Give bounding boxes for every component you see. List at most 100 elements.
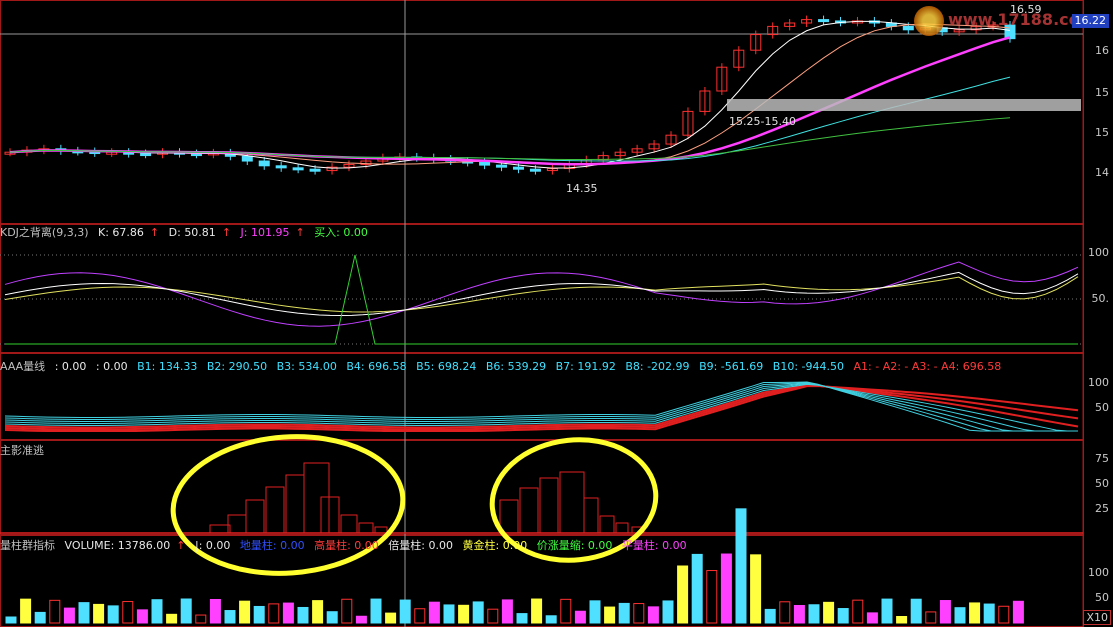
price-axis-label: 15 (1095, 126, 1109, 139)
volume-bar (428, 601, 440, 624)
escape-bar (320, 496, 340, 534)
stock-chart-app[interactable]: www.17188.com 16.59 16.22 15.25-15.40 14… (0, 0, 1113, 627)
volume-bar (604, 606, 616, 624)
volume-bar (472, 601, 484, 624)
escape-bar (227, 514, 247, 534)
candle-body (140, 153, 152, 157)
volume-di-value: 地量柱: 0.00 (239, 539, 305, 552)
aaa-b3: B3: 534.00 (276, 360, 337, 373)
aaa-b1: B1: 134.33 (137, 360, 198, 373)
volume-bar (589, 600, 601, 624)
volume-bar (414, 608, 426, 624)
volume-bar (560, 598, 572, 624)
escape-bar (499, 499, 519, 534)
volume-bar (969, 602, 981, 624)
volume-huang-value: 黄金柱: 0.00 (462, 539, 528, 552)
watermark-logo-icon (914, 6, 944, 36)
volume-bar (370, 598, 382, 624)
volume-bar (458, 604, 470, 624)
candle-body (309, 168, 321, 172)
volume-bar (122, 601, 134, 624)
escape-bar (539, 477, 559, 534)
volume-bar (531, 598, 543, 624)
volume-bar (618, 602, 630, 624)
volume-bar (34, 611, 46, 624)
volume-bar (677, 565, 689, 624)
volume-bei-value: 倍量柱: 0.00 (388, 539, 453, 552)
kdj-axis-label: 50. (1091, 292, 1110, 305)
aaa-b9: B9: -561.69 (699, 360, 764, 373)
escape-bar (599, 515, 615, 534)
kdj-axis-label: 100 (1088, 246, 1109, 259)
volume-bar (385, 612, 397, 624)
volume-bar (706, 570, 718, 624)
volume-bar (720, 553, 732, 624)
aaa-b6: B6: 539.29 (485, 360, 547, 373)
volume-jz-value: 价涨量缩: 0.00 (536, 539, 613, 552)
volume-bar (750, 554, 762, 624)
volume-bar (896, 616, 908, 624)
escape-bar (303, 462, 330, 534)
volume-bar (516, 613, 528, 624)
kdj-j-line (4, 261, 1079, 327)
candle-body (496, 164, 508, 168)
volume-bar (151, 599, 163, 624)
volume-bar (224, 610, 236, 624)
escape-bar (340, 514, 358, 534)
candle-body (529, 168, 541, 172)
aaa-b7: B7: 191.92 (555, 360, 616, 373)
escape-bar (285, 474, 305, 534)
escape-axis-label: 25 (1095, 502, 1109, 515)
kdj-buy-value: 买入: 0.00 (314, 226, 368, 239)
resistance-zone (727, 99, 1081, 111)
escape-header: 主影准逃 (0, 443, 50, 459)
volume-gao-value: 高量柱: 0.00 (314, 539, 379, 552)
volume-bar (823, 601, 835, 624)
price-axis-label: 16 (1095, 44, 1109, 57)
arrow-up-icon: ↑ (149, 226, 160, 239)
volume-bar (107, 605, 119, 624)
volume-bar (268, 603, 280, 624)
volume-bar (925, 611, 937, 624)
volume-bar (297, 606, 309, 624)
low-price-note: 14.35 (566, 182, 598, 195)
volume-bar (49, 599, 61, 624)
volume-bar (209, 599, 221, 624)
candle-body (902, 25, 914, 31)
highlight-circle (170, 434, 406, 576)
escape-bar (583, 497, 599, 534)
kdj-title: KDJ之背离(9,3,3) (0, 226, 89, 239)
volume-bar (136, 609, 148, 624)
kdj-k-line (4, 271, 1079, 317)
price-axis-label: 14 (1095, 166, 1109, 179)
escape-bar (374, 526, 388, 534)
volume-bar (282, 602, 294, 624)
aaa-header: AAA量线 : 0.00 : 0.00 B1: 134.33 B2: 290.5… (0, 359, 1007, 375)
volume-bar (5, 616, 17, 624)
arrow-up-icon: ↑ (295, 226, 305, 239)
arrow-up-icon: ↑ (221, 226, 232, 239)
volume-bar (793, 604, 805, 624)
volume-header: 量柱群指标 VOLUME: 13786.00 ↑ |: 0.00 地量柱: 0.0… (0, 538, 693, 554)
volume-bar (312, 600, 324, 624)
kdj-k-value: K: 67.86 (98, 226, 144, 239)
kdj-d-line (4, 276, 1079, 313)
escape-bar (615, 522, 629, 534)
chart-canvas[interactable] (0, 0, 1113, 627)
aaa-axis-label: 50 (1095, 401, 1109, 414)
kdj-j-value: J: 101.95 (240, 226, 290, 239)
volume-value: VOLUME: 13786.00 (64, 539, 171, 552)
candle-body (512, 166, 524, 170)
volume-bar (341, 598, 353, 624)
volume-bar (20, 598, 32, 624)
volume-bar (574, 610, 586, 624)
volume-bar (881, 598, 893, 624)
escape-bar (559, 471, 585, 534)
candle-body (479, 161, 491, 166)
volume-bar (239, 600, 251, 624)
volume-bar (1012, 600, 1024, 624)
volume-title: 量柱群指标 (0, 539, 55, 552)
volume-bar (764, 608, 776, 624)
price-axis-label: 15 (1095, 86, 1109, 99)
candle-body (292, 167, 304, 171)
